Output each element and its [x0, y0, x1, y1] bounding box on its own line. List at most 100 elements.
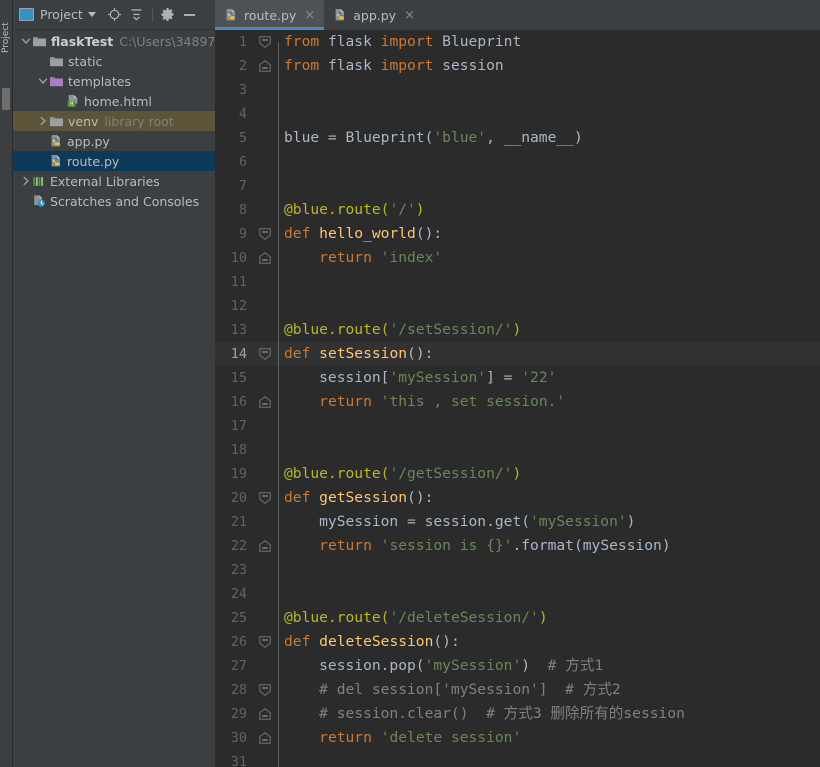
code-line[interactable]: 10 return 'index'	[215, 246, 820, 270]
gutter-fold-area[interactable]	[252, 582, 278, 606]
left-strip-project-label[interactable]: Project	[1, 8, 12, 68]
tree-item-templates[interactable]: templates	[13, 71, 215, 91]
gutter-fold-area[interactable]	[252, 246, 278, 270]
code-line[interactable]: 27 session.pop('mySession') # 方式1	[215, 654, 820, 678]
code-line[interactable]: 24	[215, 582, 820, 606]
code-line[interactable]: 11	[215, 270, 820, 294]
gutter-fold-area[interactable]	[252, 102, 278, 126]
chevron-right-icon[interactable]	[19, 171, 32, 191]
gutter-fold-area[interactable]	[252, 30, 278, 54]
code-line-text: blue = Blueprint('blue', __name__)	[284, 129, 583, 146]
tree-item-static[interactable]: static	[13, 51, 215, 71]
gutter-fold-area[interactable]	[252, 606, 278, 630]
project-tool-window: Project flaskTest C:\Users\34897\D stati…	[13, 0, 229, 767]
code-line[interactable]: 13 @blue.route('/setSession/')	[215, 318, 820, 342]
left-strip-scroll-thumb[interactable]	[2, 88, 10, 110]
gutter-fold-area[interactable]	[252, 510, 278, 534]
code-line[interactable]: 5 blue = Blueprint('blue', __name__)	[215, 126, 820, 150]
code-line[interactable]: 23	[215, 558, 820, 582]
code-line[interactable]: 18	[215, 438, 820, 462]
code-line[interactable]: 28 # del session['mySession'] # 方式2	[215, 678, 820, 702]
editor-tab-route-py[interactable]: route.py ×	[215, 0, 325, 30]
tree-item-sublabel: library root	[104, 113, 174, 129]
fold-end-icon	[259, 252, 271, 264]
gutter-fold-area[interactable]	[252, 78, 278, 102]
code-line[interactable]: 2 from flask import session	[215, 54, 820, 78]
gutter-fold-area[interactable]	[252, 702, 278, 726]
tree-item-label: venv	[68, 113, 99, 129]
external-libraries-icon	[32, 175, 46, 188]
gutter-fold-area[interactable]	[252, 486, 278, 510]
code-line[interactable]: 3	[215, 78, 820, 102]
editor-tab-app-py[interactable]: app.py ×	[324, 0, 424, 30]
code-line-text: @blue.route('/getSession/')	[284, 465, 522, 482]
code-line[interactable]: 19 @blue.route('/getSession/')	[215, 462, 820, 486]
gutter-fold-area[interactable]	[252, 174, 278, 198]
gutter-fold-area[interactable]	[252, 222, 278, 246]
gutter-fold-area[interactable]	[252, 462, 278, 486]
code-line-text: def hello_world():	[284, 225, 443, 242]
code-line[interactable]: 15 session['mySession'] = '22'	[215, 366, 820, 390]
gutter-fold-area[interactable]	[252, 534, 278, 558]
code-line[interactable]: 30 return 'delete session'	[215, 726, 820, 750]
gutter-fold-area[interactable]	[252, 390, 278, 414]
tree-item-external-libraries[interactable]: External Libraries	[13, 171, 215, 191]
tree-item-app-py[interactable]: app.py	[13, 131, 215, 151]
gutter-fold-area[interactable]	[252, 318, 278, 342]
chevron-right-icon[interactable]	[36, 111, 49, 131]
code-line[interactable]: 21 mySession = session.get('mySession')	[215, 510, 820, 534]
gutter-fold-area[interactable]	[252, 678, 278, 702]
code-line-text: # session.clear() # 方式3 删除所有的session	[284, 705, 685, 722]
hide-panel-icon[interactable]	[181, 6, 199, 24]
collapse-all-icon[interactable]	[128, 6, 146, 24]
toolbar-separator	[151, 7, 153, 22]
gutter-fold-area[interactable]	[252, 198, 278, 222]
settings-gear-icon[interactable]	[159, 6, 177, 24]
close-icon[interactable]: ×	[303, 9, 316, 22]
code-line[interactable]: 4	[215, 102, 820, 126]
code-line[interactable]: 22 return 'session is {}'.format(mySessi…	[215, 534, 820, 558]
tree-item-home-html[interactable]: Hhome.html	[13, 91, 215, 111]
gutter-fold-area[interactable]	[252, 726, 278, 750]
locate-icon[interactable]	[106, 6, 124, 24]
gutter-fold-area[interactable]	[252, 558, 278, 582]
close-icon[interactable]: ×	[403, 9, 416, 22]
code-line[interactable]: 29 # session.clear() # 方式3 删除所有的session	[215, 702, 820, 726]
code-line[interactable]: 9 def hello_world():	[215, 222, 820, 246]
code-line[interactable]: 25 @blue.route('/deleteSession/')	[215, 606, 820, 630]
gutter-fold-area[interactable]	[252, 270, 278, 294]
gutter-fold-area[interactable]	[252, 750, 278, 767]
code-editor[interactable]: 1 from flask import Blueprint 2 from flask …	[215, 30, 820, 767]
gutter-fold-area[interactable]	[252, 414, 278, 438]
gutter-fold-area[interactable]	[252, 438, 278, 462]
code-line[interactable]: 8 @blue.route('/')	[215, 198, 820, 222]
gutter-fold-area[interactable]	[252, 150, 278, 174]
gutter-fold-area[interactable]	[252, 654, 278, 678]
gutter-fold-area[interactable]	[252, 294, 278, 318]
chevron-down-icon[interactable]	[87, 12, 96, 17]
code-line[interactable]: 20 def getSession():	[215, 486, 820, 510]
tree-item-venv[interactable]: venv library root	[13, 111, 215, 131]
gutter-fold-area[interactable]	[252, 630, 278, 654]
gutter-fold-area[interactable]	[252, 342, 278, 366]
tree-item-route-py[interactable]: route.py	[13, 151, 215, 171]
tree-item-flasktest[interactable]: flaskTest C:\Users\34897\D	[13, 31, 229, 51]
line-number: 6	[238, 154, 247, 170]
chevron-down-icon[interactable]	[19, 31, 32, 51]
gutter-fold-area[interactable]	[252, 126, 278, 150]
chevron-down-icon[interactable]	[36, 71, 49, 91]
code-line[interactable]: 14 def setSession():	[215, 342, 820, 366]
code-line[interactable]: 12	[215, 294, 820, 318]
code-line[interactable]: 26 def deleteSession():	[215, 630, 820, 654]
html-file-icon: H	[66, 94, 80, 108]
code-line[interactable]: 7	[215, 174, 820, 198]
code-line[interactable]: 17	[215, 414, 820, 438]
fold-collapse-icon	[259, 636, 271, 648]
tree-item-scratches-and-consoles[interactable]: Scratches and Consoles	[13, 191, 215, 211]
gutter-fold-area[interactable]	[252, 366, 278, 390]
code-line[interactable]: 1 from flask import Blueprint	[215, 30, 820, 54]
code-line[interactable]: 16 return 'this , set session.'	[215, 390, 820, 414]
code-line[interactable]: 6	[215, 150, 820, 174]
code-line[interactable]: 31	[215, 750, 820, 767]
gutter-fold-area[interactable]	[252, 54, 278, 78]
